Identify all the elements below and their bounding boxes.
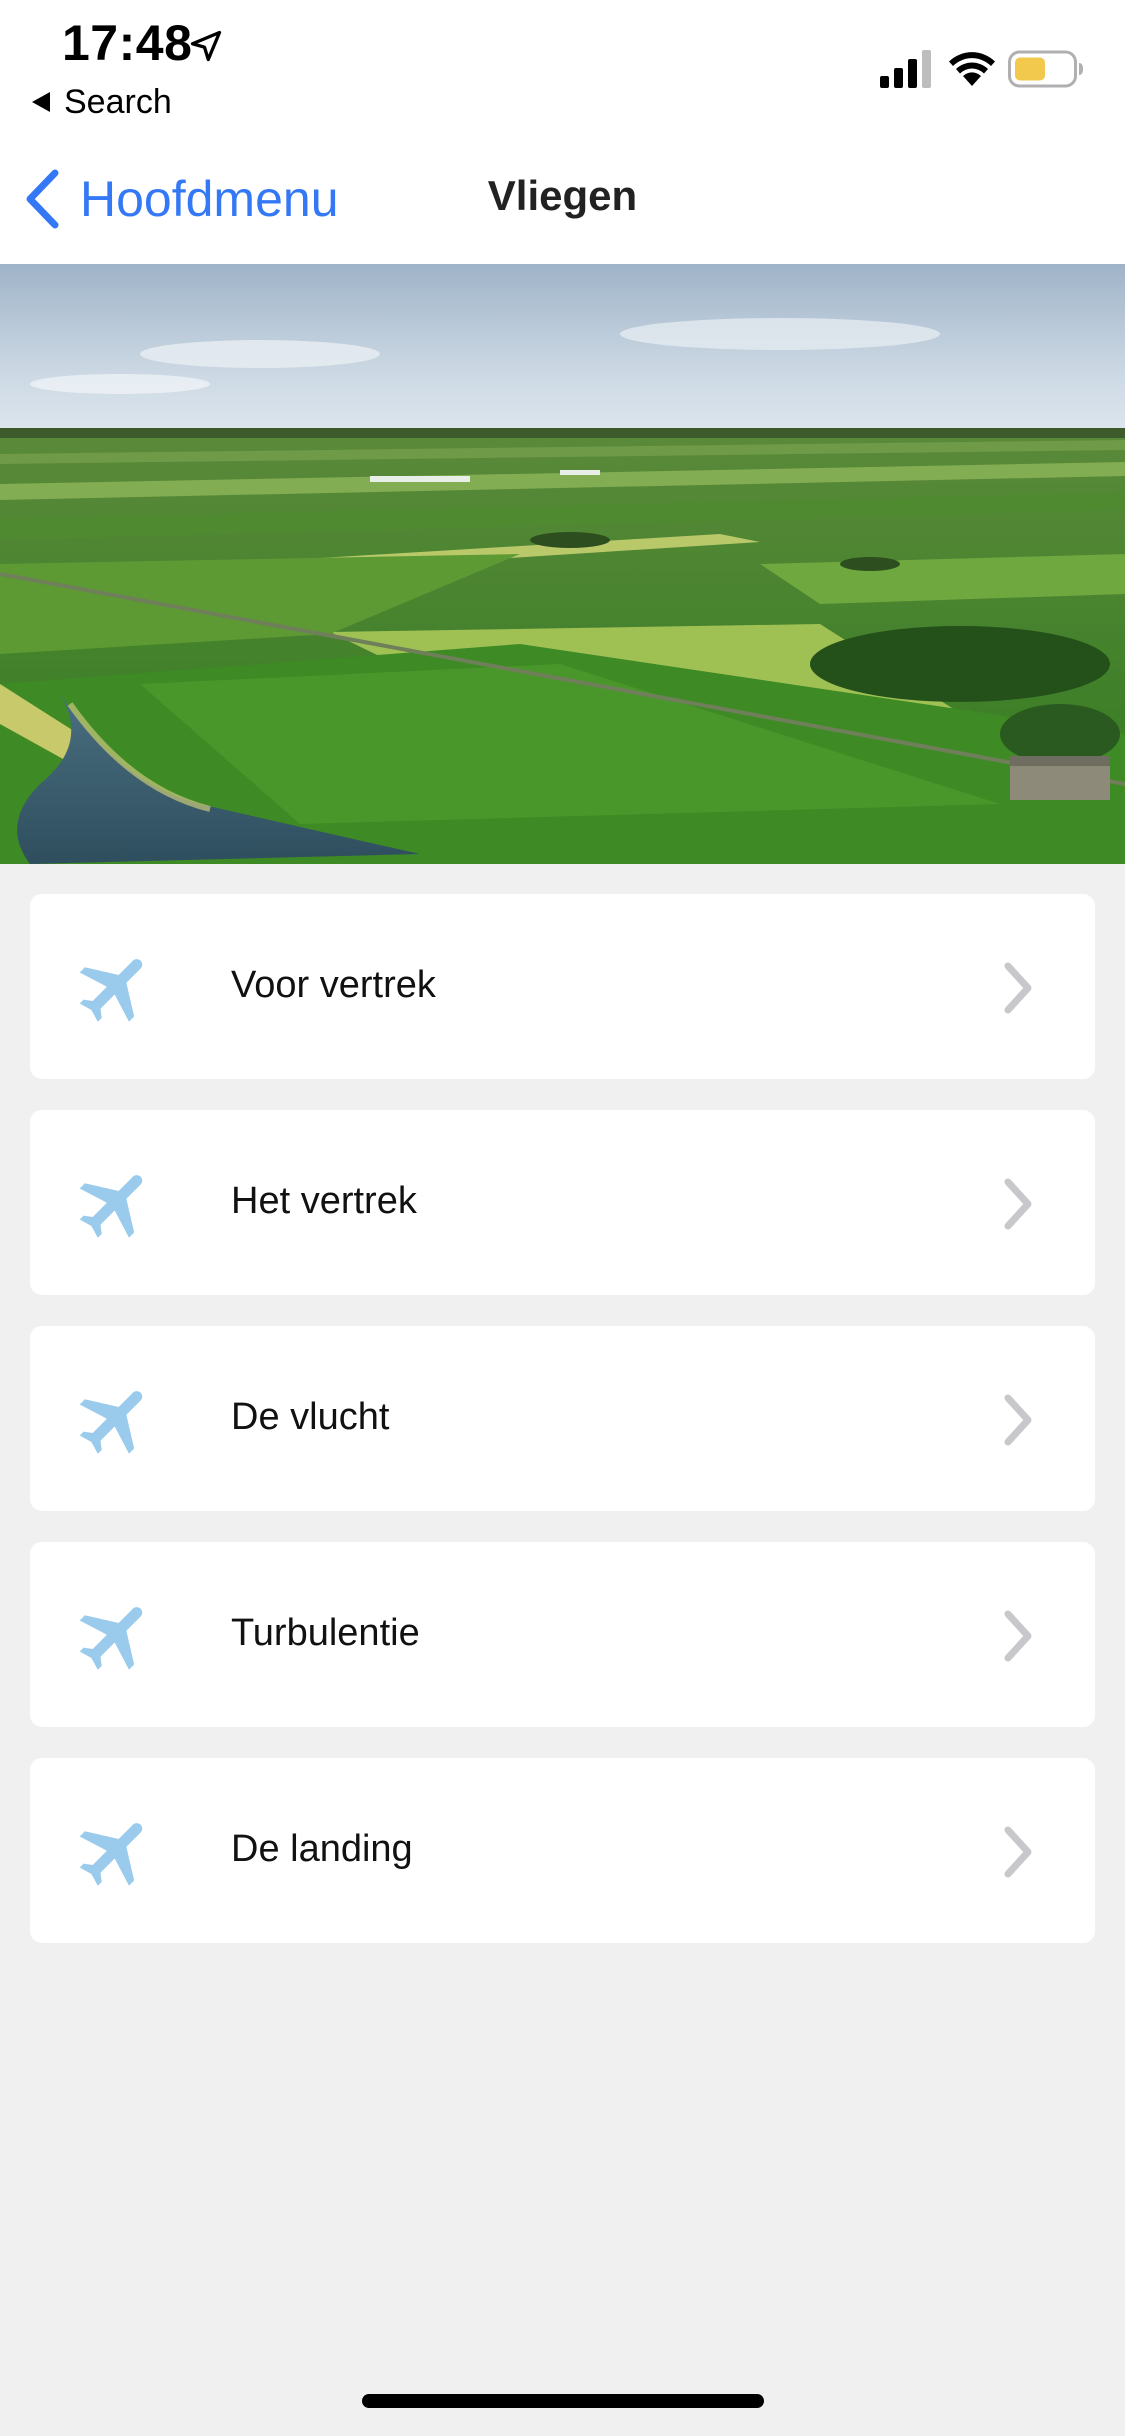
status-time: 17:48 — [62, 15, 193, 71]
menu-item-label: De landing — [231, 1828, 413, 1870]
back-triangle-icon — [32, 92, 50, 112]
chevron-right-icon — [1004, 962, 1032, 1014]
landscape-illustration — [0, 264, 1125, 864]
screen: 17:48 Search Vliegen Hoofdmenu Voor vert… — [0, 0, 1125, 2436]
menu-item-label: Voor vertrek — [231, 964, 436, 1006]
airplane-icon — [79, 1175, 143, 1238]
home-indicator[interactable] — [362, 2394, 764, 2408]
menu-item-label: Turbulentie — [231, 1612, 420, 1654]
status-bar: 17:48 Search — [0, 0, 1125, 132]
cellular-signal-icon — [880, 50, 931, 88]
menu-list: Voor vertrek Het vertrek De vlucht Turbu… — [30, 894, 1095, 1974]
location-arrow-icon — [190, 30, 222, 62]
menu-item-label: Het vertrek — [231, 1180, 417, 1222]
battery-icon — [1008, 50, 1083, 88]
navigation-bar: Vliegen Hoofdmenu — [0, 132, 1125, 264]
chevron-right-icon — [1004, 1394, 1032, 1446]
menu-item-de-landing[interactable]: De landing — [30, 1758, 1095, 1943]
chevron-right-icon — [1004, 1826, 1032, 1878]
menu-item-label: De vlucht — [231, 1396, 390, 1438]
hero-landscape-image — [0, 264, 1125, 864]
airplane-icon — [79, 1823, 143, 1886]
wifi-icon — [949, 52, 995, 86]
menu-item-het-vertrek[interactable]: Het vertrek — [30, 1110, 1095, 1295]
back-button[interactable]: Hoofdmenu — [22, 166, 339, 232]
chevron-right-icon — [1004, 1610, 1032, 1662]
menu-item-turbulentie[interactable]: Turbulentie — [30, 1542, 1095, 1727]
back-button-label: Hoofdmenu — [80, 171, 339, 227]
airplane-icon — [79, 959, 143, 1022]
chevron-left-icon — [26, 169, 59, 229]
airplane-icon — [79, 1607, 143, 1670]
back-to-app-button[interactable]: Search — [30, 82, 172, 122]
back-to-app-label: Search — [64, 82, 172, 121]
airplane-icon — [79, 1391, 143, 1454]
chevron-right-icon — [1004, 1178, 1032, 1230]
menu-item-voor-vertrek[interactable]: Voor vertrek — [30, 894, 1095, 1079]
menu-item-de-vlucht[interactable]: De vlucht — [30, 1326, 1095, 1511]
